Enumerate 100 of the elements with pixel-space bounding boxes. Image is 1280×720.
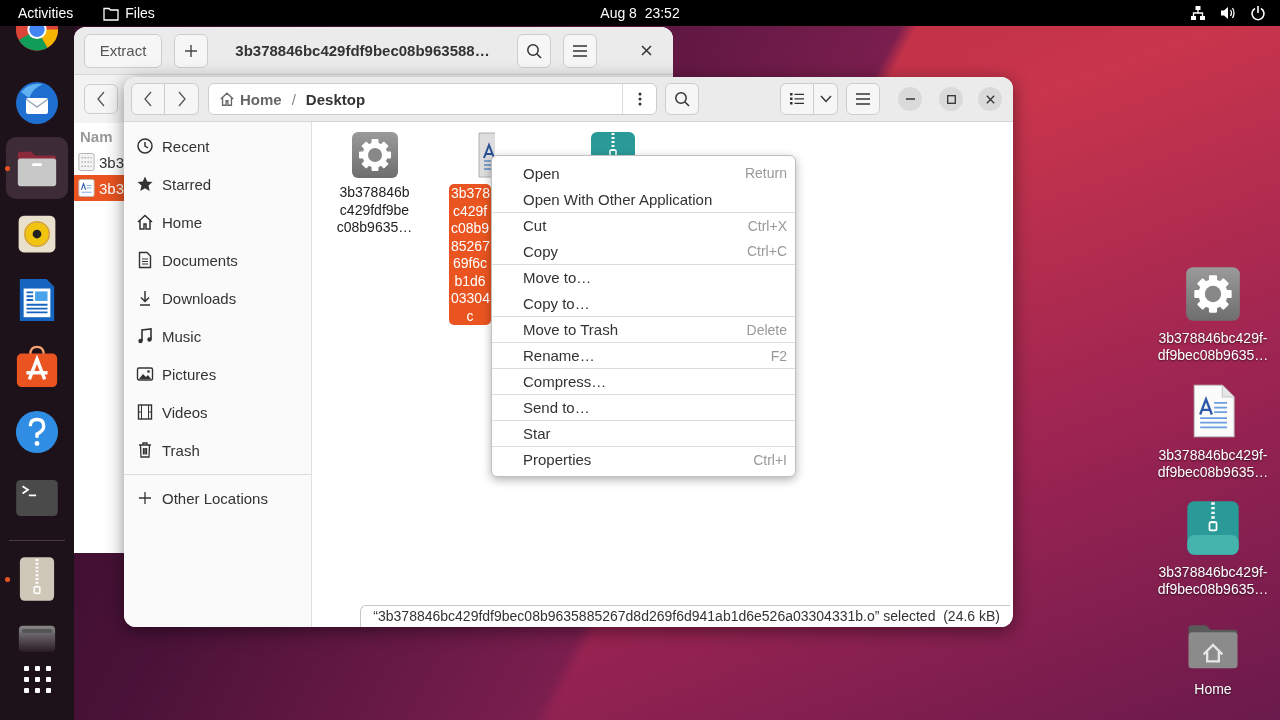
folder-icon [103,5,120,21]
menu-item[interactable]: Move to Trash Delete [492,316,795,342]
star-icon [136,175,154,193]
back-icon [143,91,153,107]
shortcut-label: F2 [770,347,787,364]
clock-icon [136,137,154,155]
document-icon [78,177,95,199]
menu-item[interactable]: Copy Ctrl+C [492,238,795,264]
file-row[interactable]: 3b3 [74,175,124,201]
clock[interactable]: Aug 8 23:52 [580,5,700,21]
status-overlay: “3b378846bc429fdf9bec08b9635885267d8d269f6d941ab1d6e526a03304331b.o” selected (24.6 kB) [360,605,1010,627]
menu-item[interactable]: Star [492,420,795,446]
search-button[interactable] [665,83,699,115]
sidebar-item[interactable]: Trash [124,431,311,469]
sidebar-item[interactable]: Other Locations [124,479,311,517]
shortcut-label: Return [744,165,787,181]
desktop-icon-label[interactable]: 3b378846bc429f- df9bec08b9635… [1157,447,1269,481]
desktop-icon-label[interactable]: 3b378846bc429f- df9bec08b9635… [1157,564,1269,598]
archive-icon [18,556,56,602]
shortcut-label: Delete [746,321,787,338]
add-button[interactable] [174,33,208,68]
view-button[interactable] [780,83,814,115]
drive-icon [17,624,57,652]
file-name[interactable]: 3b378 c429f c08b9 85267 69f6c b1d6 03304 c [449,184,491,325]
list-view-icon [790,93,804,105]
sidebar-item[interactable]: Recent [124,127,311,165]
sidebar-item[interactable]: Home [124,203,311,241]
gear-icon [350,131,399,179]
power-icon[interactable] [1250,5,1266,21]
dock-button[interactable] [6,137,68,199]
app-menu-label[interactable]: Files [125,5,155,21]
zip-archive-icon [1185,500,1241,556]
back-button[interactable] [84,84,118,114]
minimize-button[interactable] [898,87,922,111]
menu-item[interactable]: Properties Ctrl+I [492,446,795,472]
image-icon [136,365,154,383]
menu-item[interactable]: Open Return [492,160,795,186]
shortcut-label: Ctrl+X [747,217,787,234]
shortcut-label: Ctrl+C [746,243,787,259]
help-icon [14,409,60,455]
desktop-icon-label[interactable]: Home [1194,681,1232,698]
maximize-icon [946,94,956,104]
menu-item[interactable]: Rename… F2 [492,342,795,368]
maximize-button[interactable] [939,87,963,111]
extract-button[interactable]: Extract [84,33,162,68]
network-icon[interactable] [1190,5,1206,21]
search-button[interactable] [517,33,551,68]
film-icon [136,403,154,421]
binary-file-icon [78,151,95,173]
home-icon [136,213,154,231]
sidebar-item[interactable]: Pictures [124,355,311,393]
terminal-icon [15,479,59,517]
caret-icon [819,95,832,103]
path-separator: / [291,90,296,108]
volume-icon[interactable] [1220,5,1236,21]
gear-icon [1185,266,1241,322]
home-icon [219,91,235,107]
music-note-icon [136,327,154,345]
more-icon [637,92,642,106]
file-name[interactable]: 3b378846b c429fdf9be c08b9635… [333,184,416,237]
back-icon [96,91,106,107]
menu-item[interactable]: Send to… [492,394,795,420]
menu-item[interactable]: Cut Ctrl+X [492,212,795,238]
app-grid-icon [21,663,53,695]
back-button[interactable] [131,83,165,115]
sidebar-item[interactable]: Starred [124,165,311,203]
menu-item[interactable]: Open With Other Application [492,186,795,212]
close-button[interactable] [978,87,1002,111]
browser-icon [14,26,60,53]
menu-button[interactable] [563,33,597,68]
file-row[interactable]: 3b3 [74,149,124,175]
minimize-icon [905,98,915,100]
menu-item[interactable]: Move to… [492,264,795,290]
speaker-icon [16,213,58,255]
sidebar-item[interactable]: Downloads [124,279,311,317]
window-title: 3b378846bc429fdf9bec08b963588… [234,42,491,59]
sidebar-item[interactable]: Documents [124,241,311,279]
shortcut-label: Ctrl+I [753,451,787,468]
path-crumb[interactable]: Home [209,90,282,108]
sidebar-item[interactable]: Videos [124,393,311,431]
menu-icon [572,43,588,58]
activities-button[interactable]: Activities [18,5,74,21]
forward-icon [176,91,187,107]
menu-icon [855,92,871,106]
menu-item[interactable]: Copy to… [492,290,795,316]
search-icon [526,42,542,59]
plus-icon [184,43,198,58]
view-options-button[interactable] [814,83,838,115]
search-icon [674,91,690,107]
path-crumb[interactable]: Desktop [305,90,366,108]
shopping-bag-icon [14,343,60,389]
menu-item[interactable]: Compress… [492,368,795,394]
desktop-icon-label[interactable]: 3b378846bc429f- df9bec08b9635… [1157,330,1269,364]
trash-icon [136,441,154,459]
document-icon [136,251,154,269]
close-icon [985,94,995,104]
sidebar-item[interactable]: Music [124,317,311,355]
menu-button[interactable] [846,83,880,115]
forward-button[interactable] [165,83,199,115]
close-icon [640,45,652,56]
